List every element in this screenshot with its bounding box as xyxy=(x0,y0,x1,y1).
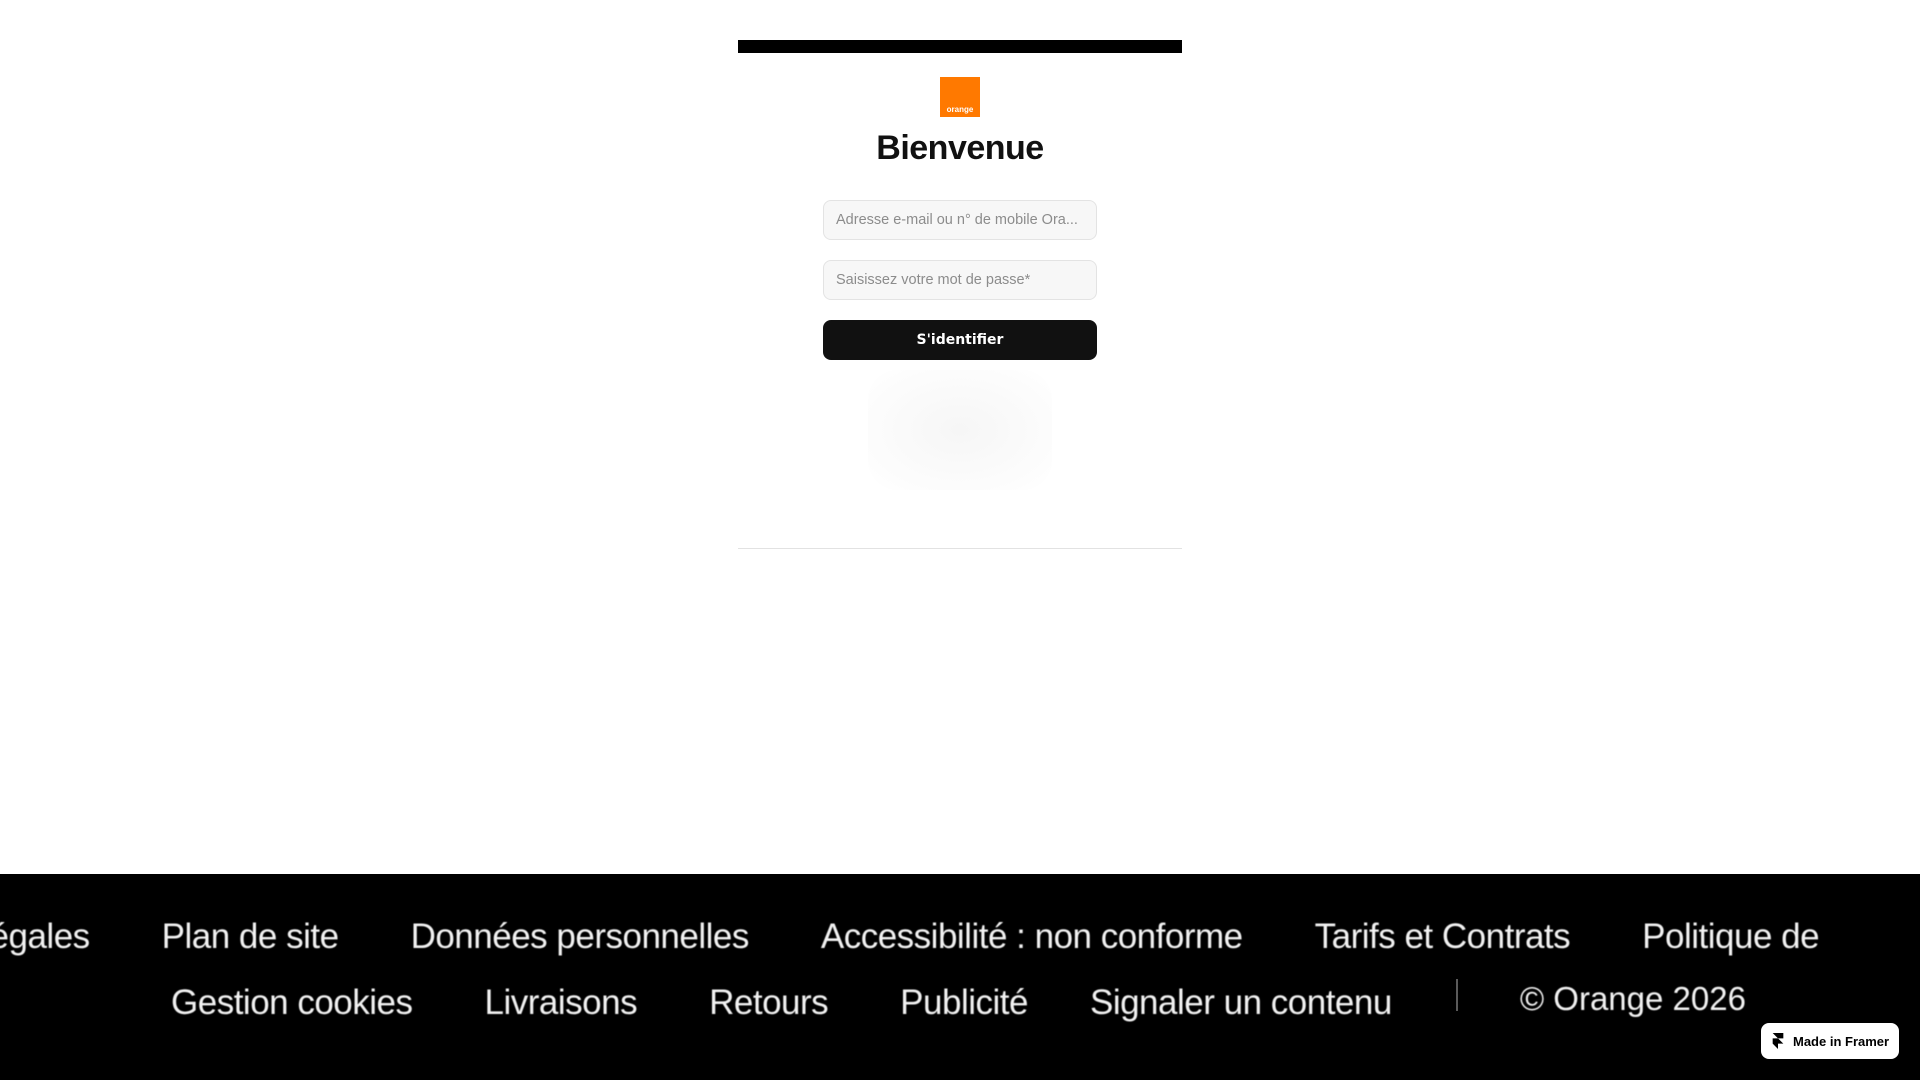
top-accent-bar xyxy=(738,40,1182,53)
footer-link-retours[interactable]: Retours xyxy=(709,980,829,1026)
footer-link-politique[interactable]: Politique de xyxy=(1642,914,1819,960)
decorative-halo xyxy=(868,370,1052,490)
password-field[interactable] xyxy=(823,260,1097,300)
login-page: orange Bienvenue S'identifier Mentions l… xyxy=(0,0,1920,1080)
card-divider xyxy=(738,548,1182,549)
footer-link-livraisons[interactable]: Livraisons xyxy=(485,980,638,1026)
copyright-text: © Orange 2026 xyxy=(1519,980,1746,1017)
email-field[interactable] xyxy=(823,200,1097,240)
footer-link-tarifs-contrats[interactable]: Tarifs et Contrats xyxy=(1315,914,1571,960)
footer: Mentions légales Plan de site Données pe… xyxy=(0,874,1920,1080)
footer-link-signaler-contenu[interactable]: Signaler un contenu xyxy=(1090,980,1392,1026)
made-in-framer-badge[interactable]: Made in Framer xyxy=(1761,1023,1899,1059)
logo-text: orange xyxy=(946,105,974,114)
framer-icon xyxy=(1772,1033,1784,1049)
footer-link-mentions-legales[interactable]: Mentions légales xyxy=(0,914,90,960)
login-button[interactable]: S'identifier xyxy=(823,320,1097,360)
footer-links-row-1: Mentions légales Plan de site Données pe… xyxy=(0,914,1891,960)
footer-link-plan-de-site[interactable]: Plan de site xyxy=(162,914,339,960)
footer-separator xyxy=(1455,979,1458,1011)
footer-link-gestion-cookies[interactable]: Gestion cookies xyxy=(171,980,413,1026)
orange-logo[interactable]: orange xyxy=(940,77,980,117)
badge-label: Made in Framer xyxy=(1793,1033,1890,1049)
footer-link-donnees-personnelles[interactable]: Données personnelles xyxy=(411,914,750,960)
login-card: orange Bienvenue S'identifier xyxy=(738,40,1182,550)
footer-link-publicite[interactable]: Publicité xyxy=(900,980,1028,1026)
page-title: Bienvenue xyxy=(876,129,1044,167)
footer-links-row-2: Gestion cookies Livraisons Retours Publi… xyxy=(171,979,1746,1026)
footer-link-accessibilite[interactable]: Accessibilité : non conforme xyxy=(821,914,1243,960)
